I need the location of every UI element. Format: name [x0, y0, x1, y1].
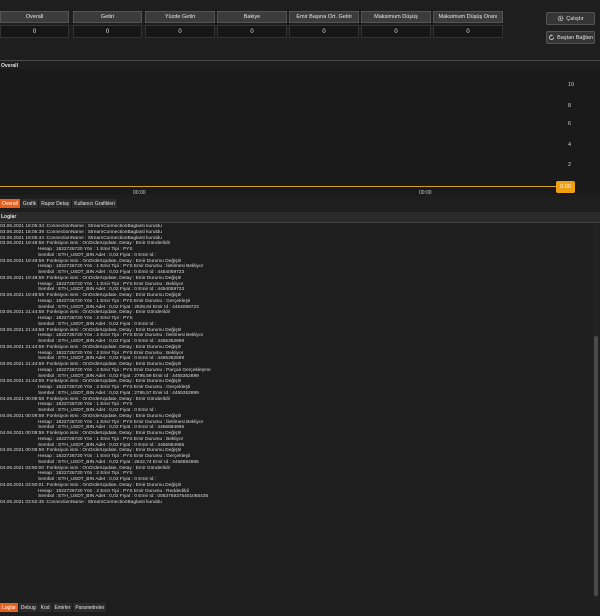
tab-overall[interactable]: Overall [0, 199, 21, 208]
tab-parametreler[interactable]: Parametreler [73, 603, 108, 612]
logs-title: Loglar [1, 214, 17, 220]
stat-overall: Overall 0 [0, 11, 69, 38]
divider [0, 60, 600, 61]
stat-label: Bakiye [217, 11, 287, 23]
run-button-label: Çalıştır [566, 15, 584, 22]
y-tick-label: 4 [568, 142, 572, 148]
value-line [0, 186, 560, 187]
stat-value: 0 [361, 25, 431, 38]
tab-grafik[interactable]: Grafik [20, 199, 40, 208]
log-scrollbar[interactable] [593, 224, 599, 600]
stat-emir-basina-ort-getiri: Emir Başına Ort. Getiri 0 [289, 11, 359, 38]
chart-tabs: Overall Grafik Rapor Detay Kullanıcı Gra… [0, 199, 118, 208]
log-line: 04.06.2021 03:52:45 :ConnectionName : St… [0, 500, 162, 505]
stat-bakiye: Bakiye 0 [217, 11, 287, 38]
stat-value: 0 [217, 25, 287, 38]
stat-value: 0 [289, 25, 359, 38]
stat-value: 0 [0, 25, 69, 38]
log-list: 03.06.2021 18:05:34 :ConnectionName : St… [0, 224, 592, 600]
x-tick-label: 00:00 [419, 190, 432, 196]
y-tick-label: 2 [568, 162, 572, 168]
tab-kod[interactable]: Kod [38, 603, 53, 612]
bottom-tabs: Loglar Debug Kod Emirler Parametreler [0, 603, 108, 612]
refresh-icon [549, 34, 555, 41]
y-tick-label: 6 [568, 121, 572, 127]
run-button[interactable]: Çalıştır [546, 12, 595, 25]
stat-maksimum-dusus-orani: Maksimum Düşüş Oranı 0 [433, 11, 503, 38]
stat-yuzde-getiri: Yüzde Getiri 0 [145, 11, 215, 38]
stat-label: Getiri [73, 11, 142, 23]
tab-debug[interactable]: Debug [18, 603, 39, 612]
stat-label: Overall [0, 11, 69, 23]
stat-getiri: Getiri 0 [73, 11, 142, 38]
reconnect-button-label: Baştan Bağlan [557, 34, 593, 41]
tab-kullanici-grafikleri[interactable]: Kullanıcı Grafikleri [72, 199, 118, 208]
reconnect-button[interactable]: Baştan Bağlan [546, 31, 595, 44]
stat-value: 0 [145, 25, 215, 38]
y-tick-label: 10 [568, 82, 575, 88]
logs-header: Loglar [0, 212, 600, 223]
tab-emirler[interactable]: Emirler [52, 603, 74, 612]
stat-value: 0 [73, 25, 142, 38]
scrollbar-thumb[interactable] [594, 336, 598, 596]
tab-rapor-detay[interactable]: Rapor Detay [39, 199, 73, 208]
current-value-badge: 0.00 [556, 181, 575, 193]
y-tick-label: 8 [568, 103, 572, 109]
tab-loglar[interactable]: Loglar [0, 603, 19, 612]
stat-value: 0 [433, 25, 503, 38]
x-tick-label: 00:00 [133, 190, 146, 196]
chart-area [0, 69, 600, 195]
gear-icon [557, 15, 564, 22]
stat-label: Emir Başına Ort. Getiri [289, 11, 359, 23]
stat-maksimum-dusus: Maksimum Düşüş 0 [361, 11, 431, 38]
stat-label: Maksimum Düşüş Oranı [433, 11, 503, 23]
stat-label: Yüzde Getiri [145, 11, 215, 23]
stat-label: Maksimum Düşüş [361, 11, 431, 23]
stats-bar: Overall 0 Getiri 0 Yüzde Getiri 0 Bakiye… [0, 11, 520, 38]
